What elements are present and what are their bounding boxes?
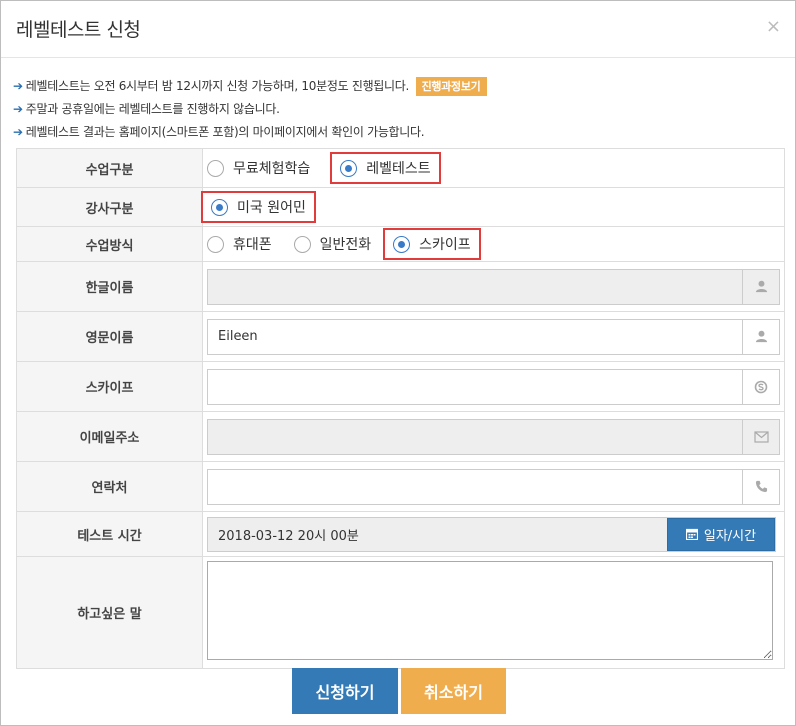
submit-button[interactable]: 신청하기 xyxy=(292,668,398,714)
form-row-class-type: 수업구분 무료체험학습 레벨테스트 xyxy=(16,148,785,188)
radio-skype[interactable]: 스카이프 xyxy=(383,228,481,260)
radio-circle xyxy=(293,235,311,253)
notice-text: 주말과 공휴일에는 레벨테스트를 진행하지 않습니다. xyxy=(25,102,280,116)
english-name-input[interactable] xyxy=(208,319,742,354)
notice-list: ➔ 레벨테스트는 오전 6시부터 밤 12시까지 신청 가능하며, 10분정도 진… xyxy=(13,75,783,144)
arrow-right-icon: ➔ xyxy=(13,125,23,139)
notice-item: ➔ 레벨테스트는 오전 6시부터 밤 12시까지 신청 가능하며, 10분정도 진… xyxy=(13,75,783,98)
form-row-email: 이메일주소 xyxy=(16,411,785,462)
notice-text: 레벨테스트는 오전 6시부터 밤 12시까지 신청 가능하며, 10분정도 진행… xyxy=(25,79,410,93)
form-row-test-time: 테스트 시간 일자/시간 xyxy=(16,511,785,557)
skype-group xyxy=(207,368,780,405)
test-time-input[interactable] xyxy=(208,517,667,551)
form-row-message: 하고싶은 말 xyxy=(16,556,785,669)
email-group xyxy=(207,418,780,455)
application-form: 수업구분 무료체험학습 레벨테스트 강사구분 미국 원어민 수업방식 휴대폰 일… xyxy=(16,148,785,669)
user-icon xyxy=(742,319,779,354)
contact-input[interactable] xyxy=(208,469,742,504)
class-method-label: 수업방식 xyxy=(16,226,203,262)
notice-item: ➔ 레벨테스트 결과는 홈페이지(스마트폰 포함)의 마이페이지에서 확인이 가능… xyxy=(13,121,783,144)
radio-mobile[interactable]: 휴대폰 xyxy=(207,234,272,254)
user-icon xyxy=(742,269,779,304)
modal-header: 레벨테스트 신청 × xyxy=(1,1,795,58)
contact-label: 연락처 xyxy=(16,461,203,512)
cancel-button[interactable]: 취소하기 xyxy=(401,668,506,714)
skype-input[interactable] xyxy=(208,369,742,404)
notice-item: ➔ 주말과 공휴일에는 레벨테스트를 진행하지 않습니다. xyxy=(13,98,783,121)
skype-icon xyxy=(742,369,779,404)
message-textarea[interactable] xyxy=(207,561,773,660)
korean-name-label: 한글이름 xyxy=(16,261,203,312)
korean-name-input[interactable] xyxy=(208,269,742,304)
korean-name-group xyxy=(207,268,780,305)
arrow-right-icon: ➔ xyxy=(13,79,23,93)
email-input[interactable] xyxy=(208,419,742,454)
teacher-type-label: 강사구분 xyxy=(16,187,203,227)
calendar-icon xyxy=(685,528,698,540)
form-actions: 신청하기 취소하기 xyxy=(1,668,796,714)
radio-circle xyxy=(207,159,224,177)
select-datetime-button[interactable]: 일자/시간 xyxy=(667,517,775,551)
envelope-icon xyxy=(742,419,779,454)
radio-circle xyxy=(207,235,224,253)
english-name-group xyxy=(207,318,780,355)
test-time-group: 일자/시간 xyxy=(207,516,776,552)
skype-label: 스카이프 xyxy=(16,361,203,412)
contact-group xyxy=(207,468,780,505)
notice-text: 레벨테스트 결과는 홈페이지(스마트폰 포함)의 마이페이지에서 확인이 가능합… xyxy=(25,125,425,139)
view-progress-button[interactable]: 진행과정보기 xyxy=(415,77,487,96)
form-row-skype: 스카이프 xyxy=(16,361,785,412)
radio-circle xyxy=(393,235,411,253)
form-row-contact: 연락처 xyxy=(16,461,785,512)
radio-free-trial[interactable]: 무료체험학습 xyxy=(207,158,310,178)
form-row-teacher-type: 강사구분 미국 원어민 xyxy=(16,187,785,227)
form-row-korean-name: 한글이름 xyxy=(16,261,785,312)
form-row-english-name: 영문이름 xyxy=(16,311,785,362)
email-label: 이메일주소 xyxy=(16,411,203,462)
radio-native-american[interactable]: 미국 원어민 xyxy=(201,191,316,223)
radio-circle xyxy=(340,159,358,177)
radio-circle xyxy=(211,198,228,216)
english-name-label: 영문이름 xyxy=(16,311,203,362)
level-test-modal: 레벨테스트 신청 × ➔ 레벨테스트는 오전 6시부터 밤 12시까지 신청 가능… xyxy=(0,0,796,726)
phone-icon xyxy=(742,469,779,504)
modal-title: 레벨테스트 신청 xyxy=(16,19,141,41)
test-time-label: 테스트 시간 xyxy=(16,511,203,557)
radio-landline[interactable]: 일반전화 xyxy=(293,234,371,254)
radio-level-test[interactable]: 레벨테스트 xyxy=(330,152,441,184)
message-label: 하고싶은 말 xyxy=(16,556,203,669)
arrow-right-icon: ➔ xyxy=(13,102,23,116)
close-icon[interactable]: × xyxy=(766,16,781,37)
class-type-label: 수업구분 xyxy=(16,148,203,188)
form-row-class-method: 수업방식 휴대폰 일반전화 스카이프 xyxy=(16,226,785,262)
